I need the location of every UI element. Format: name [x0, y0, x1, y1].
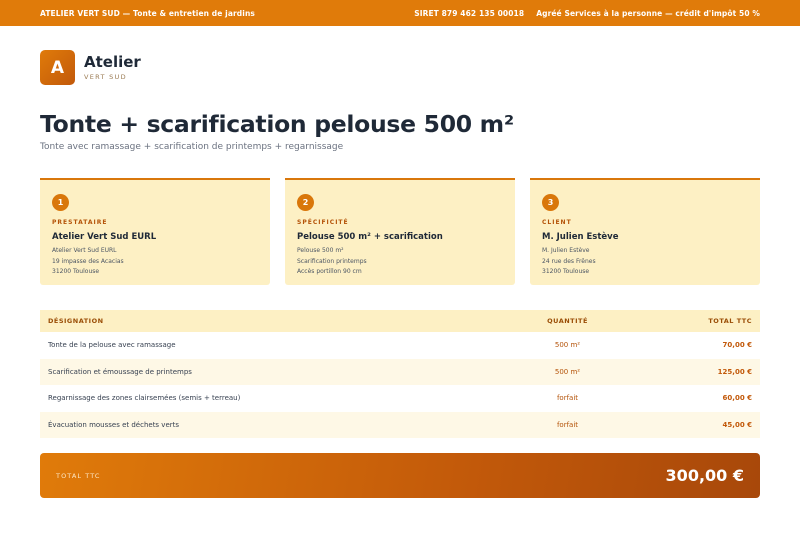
table-row: Tonte de la pelouse avec ramassage 500 m…: [40, 332, 760, 359]
table-row: Évacuation mousses et déchets verts forf…: [40, 411, 760, 438]
header-quantity: QUANTITÉ: [547, 317, 588, 325]
logo: A: [40, 50, 75, 85]
card-line: 24 rue des Frênes: [542, 257, 596, 265]
table-row: Scarification et émoussage de printemps …: [40, 358, 760, 385]
card-line: 31200 Toulouse: [52, 268, 100, 275]
card-label: PRESTATAIRE: [52, 219, 108, 226]
card-line: 31200 Toulouse: [542, 268, 590, 275]
row-total: 45,00 €: [722, 420, 752, 429]
card-details: Atelier Vert Sud EURL 19 impasse des Aca…: [52, 246, 258, 278]
card-label: CLIENT: [542, 219, 572, 226]
card-line: Accès portillon 90 cm: [297, 268, 362, 275]
agreement-notice: Agréé Services à la personne — crédit d'…: [536, 8, 760, 18]
card-title: Pelouse 500 m² + scarification: [297, 232, 443, 242]
page-subtitle: Tonte avec ramassage + scarification de …: [40, 142, 344, 152]
card-details: M. Julien Estève 24 rue des Frênes 31200…: [542, 246, 748, 278]
card-specificity: 2 SPÉCIFICITÉ Pelouse 500 m² + scarifica…: [285, 178, 515, 285]
row-designation: Scarification et émoussage de printemps: [48, 367, 192, 376]
siret-number: SIRET 879 462 135 00018: [414, 8, 525, 18]
brand: A Atelier VERT SUD: [40, 50, 141, 85]
row-quantity: forfait: [556, 394, 579, 403]
row-quantity: 500 m²: [554, 341, 581, 350]
header-designation: DÉSIGNATION: [48, 317, 104, 325]
row-designation: Évacuation mousses et déchets verts: [48, 420, 180, 429]
row-quantity: forfait: [556, 420, 579, 429]
table-row: Regarnissage des zones clairsemées (semi…: [40, 385, 760, 412]
card-provider: 1 PRESTATAIRE Atelier Vert Sud EURL Atel…: [40, 178, 270, 285]
row-quantity: 500 m²: [554, 367, 581, 376]
company-tagline: ATELIER VERT SUD — Tonte & entretien de …: [40, 8, 255, 18]
row-total: 125,00 €: [717, 367, 752, 376]
total-label: TOTAL TTC: [56, 471, 101, 480]
top-bar: ATELIER VERT SUD — Tonte & entretien de …: [0, 0, 800, 26]
table-header: DÉSIGNATION QUANTITÉ TOTAL TTC: [40, 310, 760, 332]
row-total: 70,00 €: [722, 341, 752, 350]
card-line: Scarification printemps: [297, 257, 367, 265]
card-label: SPÉCIFICITÉ: [297, 219, 349, 226]
card-title: M. Julien Estève: [542, 232, 619, 242]
row-total: 60,00 €: [722, 394, 752, 403]
card-number: 1: [52, 194, 69, 211]
card-title: Atelier Vert Sud EURL: [52, 232, 157, 242]
card-client: 3 CLIENT M. Julien Estève M. Julien Estè…: [530, 178, 760, 285]
total-value: 300,00 €: [665, 466, 744, 485]
quote-table: DÉSIGNATION QUANTITÉ TOTAL TTC Tonte de …: [40, 310, 760, 438]
brand-text: Atelier VERT SUD: [84, 54, 141, 81]
card-number: 3: [542, 194, 559, 211]
info-cards: 1 PRESTATAIRE Atelier Vert Sud EURL Atel…: [40, 178, 760, 285]
card-details: Pelouse 500 m² Scarification printemps A…: [297, 246, 503, 278]
brand-name: Atelier: [84, 53, 141, 71]
total-banner: TOTAL TTC 300,00 €: [40, 453, 760, 498]
row-designation: Tonte de la pelouse avec ramassage: [48, 341, 176, 350]
page-title: Tonte + scarification pelouse 500 m²: [40, 110, 514, 138]
card-line: 19 impasse des Acacias: [52, 257, 124, 265]
card-number: 2: [297, 194, 314, 211]
header-total: TOTAL TTC: [708, 317, 752, 325]
card-line: Pelouse 500 m²: [297, 247, 344, 254]
row-designation: Regarnissage des zones clairsemées (semi…: [48, 394, 241, 403]
top-bar-info: SIRET 879 462 135 00018 Agréé Services à…: [414, 9, 760, 18]
brand-subtitle: VERT SUD: [84, 73, 127, 81]
card-line: M. Julien Estève: [542, 247, 590, 254]
card-line: Atelier Vert Sud EURL: [52, 247, 117, 254]
